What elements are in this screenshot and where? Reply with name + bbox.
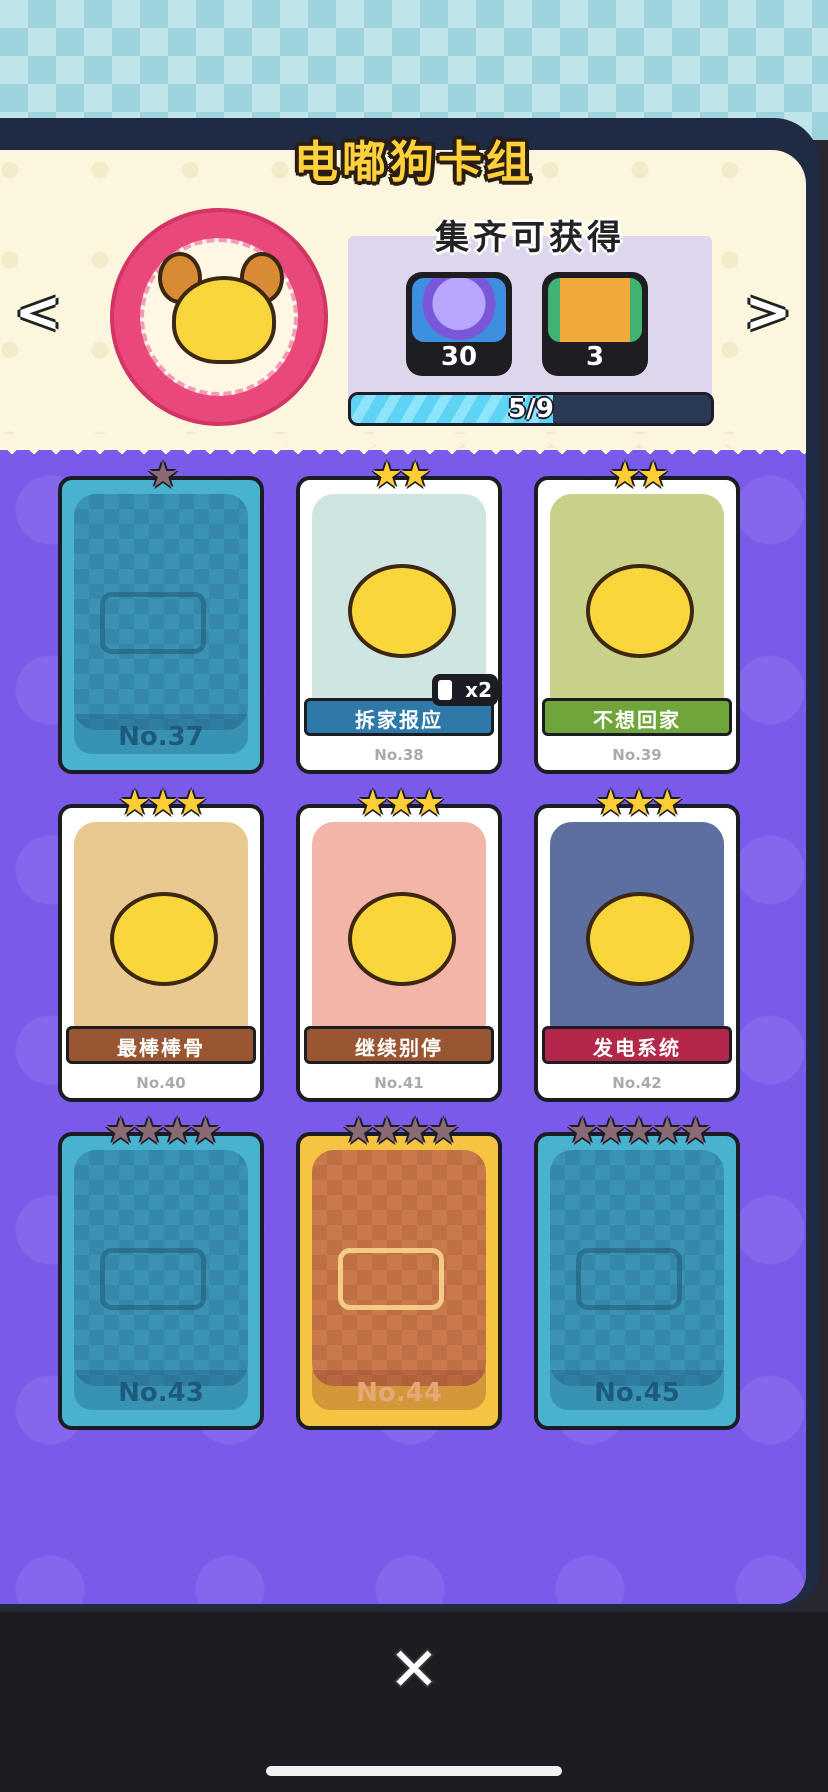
chevron-right-icon[interactable]: >	[744, 282, 792, 344]
progress-text: 5/9	[508, 394, 554, 424]
dog-icon	[586, 892, 694, 986]
card-number: No.43	[118, 1378, 204, 1408]
card-no39[interactable]: ★★ 不想回家 No.39	[534, 456, 740, 774]
star-icon: ★	[622, 783, 655, 824]
star-icon: ★	[651, 1111, 683, 1152]
star-icon: ★	[399, 455, 431, 496]
reward-item-capsule[interactable]: 30	[406, 272, 512, 376]
star-icon: ★	[175, 783, 207, 824]
star-rating: ★★★	[538, 784, 736, 824]
card-number: No.45	[594, 1378, 680, 1408]
star-icon: ★	[146, 783, 179, 824]
card-no42[interactable]: ★★★ 发电系统 No.42	[534, 784, 740, 1102]
star-icon: ★	[384, 783, 417, 824]
star-icon: ★	[413, 783, 445, 824]
card-art	[74, 822, 248, 1046]
card-art	[550, 494, 724, 718]
phone-card-icon	[548, 278, 642, 342]
dog-icon	[110, 892, 218, 986]
dog-icon	[172, 276, 276, 364]
star-icon: ★	[594, 1111, 627, 1152]
star-rating: ★★	[300, 456, 498, 496]
capsule-icon	[412, 278, 506, 342]
card-art	[550, 822, 724, 1046]
card-number: No.38	[374, 746, 424, 764]
card-art	[312, 822, 486, 1046]
dog-icon	[348, 892, 456, 986]
duplicate-count: x2	[465, 678, 492, 702]
card-no44[interactable]: ★★★★ No.44	[296, 1112, 502, 1430]
close-icon[interactable]: ✕	[384, 1640, 444, 1700]
home-indicator	[266, 1766, 562, 1776]
locked-emblem-icon	[576, 1248, 682, 1310]
card-number: No.39	[612, 746, 662, 764]
star-icon: ★	[189, 1111, 221, 1152]
card-number: No.42	[612, 1074, 662, 1092]
star-icon: ★	[622, 1111, 655, 1152]
star-rating: ★★★★★	[538, 1112, 736, 1152]
locked-emblem-icon	[100, 1248, 206, 1310]
star-rating: ★★★★	[300, 1112, 498, 1152]
card-title-ribbon: 发电系统	[542, 1026, 732, 1064]
duplicate-badge: x2	[432, 674, 498, 706]
star-icon: ★	[651, 783, 683, 824]
reward-title: 集齐可获得	[435, 218, 625, 258]
star-rating: ★★★	[300, 784, 498, 824]
star-icon: ★	[399, 1111, 431, 1152]
star-icon: ★	[370, 1111, 403, 1152]
card-number: No.40	[136, 1074, 186, 1092]
chevron-left-icon[interactable]: <	[14, 282, 62, 344]
card-no37[interactable]: ★ No.37	[58, 456, 264, 774]
star-icon: ★	[594, 783, 627, 824]
star-icon: ★	[566, 1111, 598, 1152]
star-icon: ★	[146, 455, 179, 496]
star-rating: ★★★★	[62, 1112, 260, 1152]
card-title-ribbon: 继续别停	[304, 1026, 494, 1064]
star-icon: ★	[370, 455, 403, 496]
reward-item-phone-card[interactable]: 3	[542, 272, 648, 376]
star-icon: ★	[356, 783, 389, 824]
collection-progress-bar: 5/9	[348, 392, 714, 426]
locked-emblem-icon	[338, 1248, 444, 1310]
card-no43[interactable]: ★★★★ No.43	[58, 1112, 264, 1430]
dog-icon	[586, 564, 694, 658]
card-number: No.44	[356, 1378, 442, 1408]
card-no38[interactable]: ★★ 拆家报应 No.38 x2	[296, 456, 502, 774]
star-rating: ★	[62, 456, 260, 496]
dog-icon	[348, 564, 456, 658]
star-icon: ★	[132, 1111, 165, 1152]
star-icon: ★	[427, 1111, 459, 1152]
card-title-ribbon: 不想回家	[542, 698, 732, 736]
locked-emblem-icon	[100, 592, 206, 654]
star-icon: ★	[161, 1111, 193, 1152]
card-number: No.37	[118, 722, 204, 752]
star-icon: ★	[342, 1111, 374, 1152]
deck-medallion	[110, 208, 328, 426]
card-no40[interactable]: ★★★ 最棒棒骨 No.40	[58, 784, 264, 1102]
card-no45[interactable]: ★★★★★ No.45	[534, 1112, 740, 1430]
star-icon: ★	[608, 455, 641, 496]
card-number: No.41	[374, 1074, 424, 1092]
star-icon: ★	[637, 455, 669, 496]
star-rating: ★★★	[62, 784, 260, 824]
card-title-ribbon: 最棒棒骨	[66, 1026, 256, 1064]
card-no41[interactable]: ★★★ 继续别停 No.41	[296, 784, 502, 1102]
star-icon: ★	[118, 783, 151, 824]
star-rating: ★★	[538, 456, 736, 496]
card-copy-icon	[438, 680, 452, 700]
star-icon: ★	[104, 1111, 136, 1152]
page-title: 电嘟狗卡组	[294, 137, 534, 188]
star-icon: ★	[679, 1111, 711, 1152]
